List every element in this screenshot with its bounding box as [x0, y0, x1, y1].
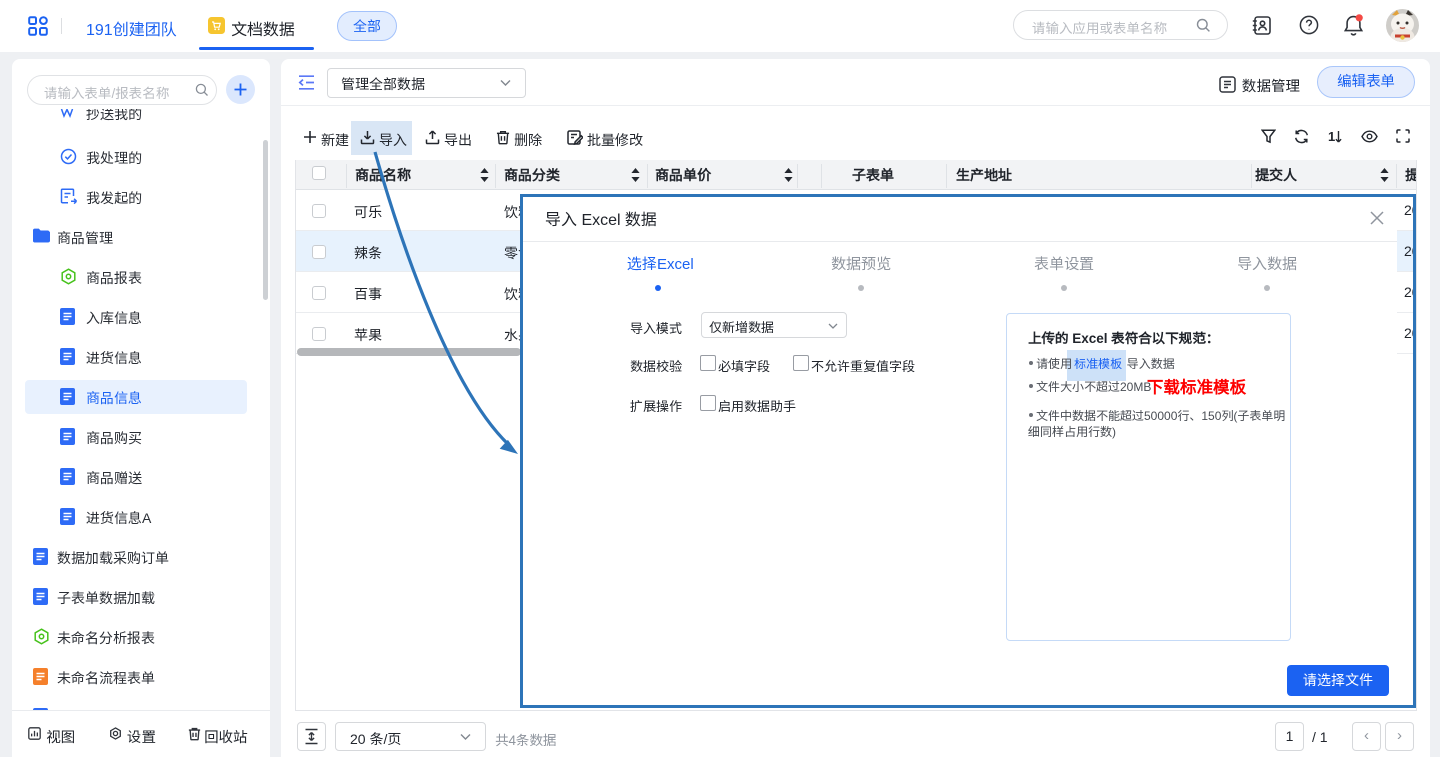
svg-text:1: 1	[1328, 129, 1335, 144]
